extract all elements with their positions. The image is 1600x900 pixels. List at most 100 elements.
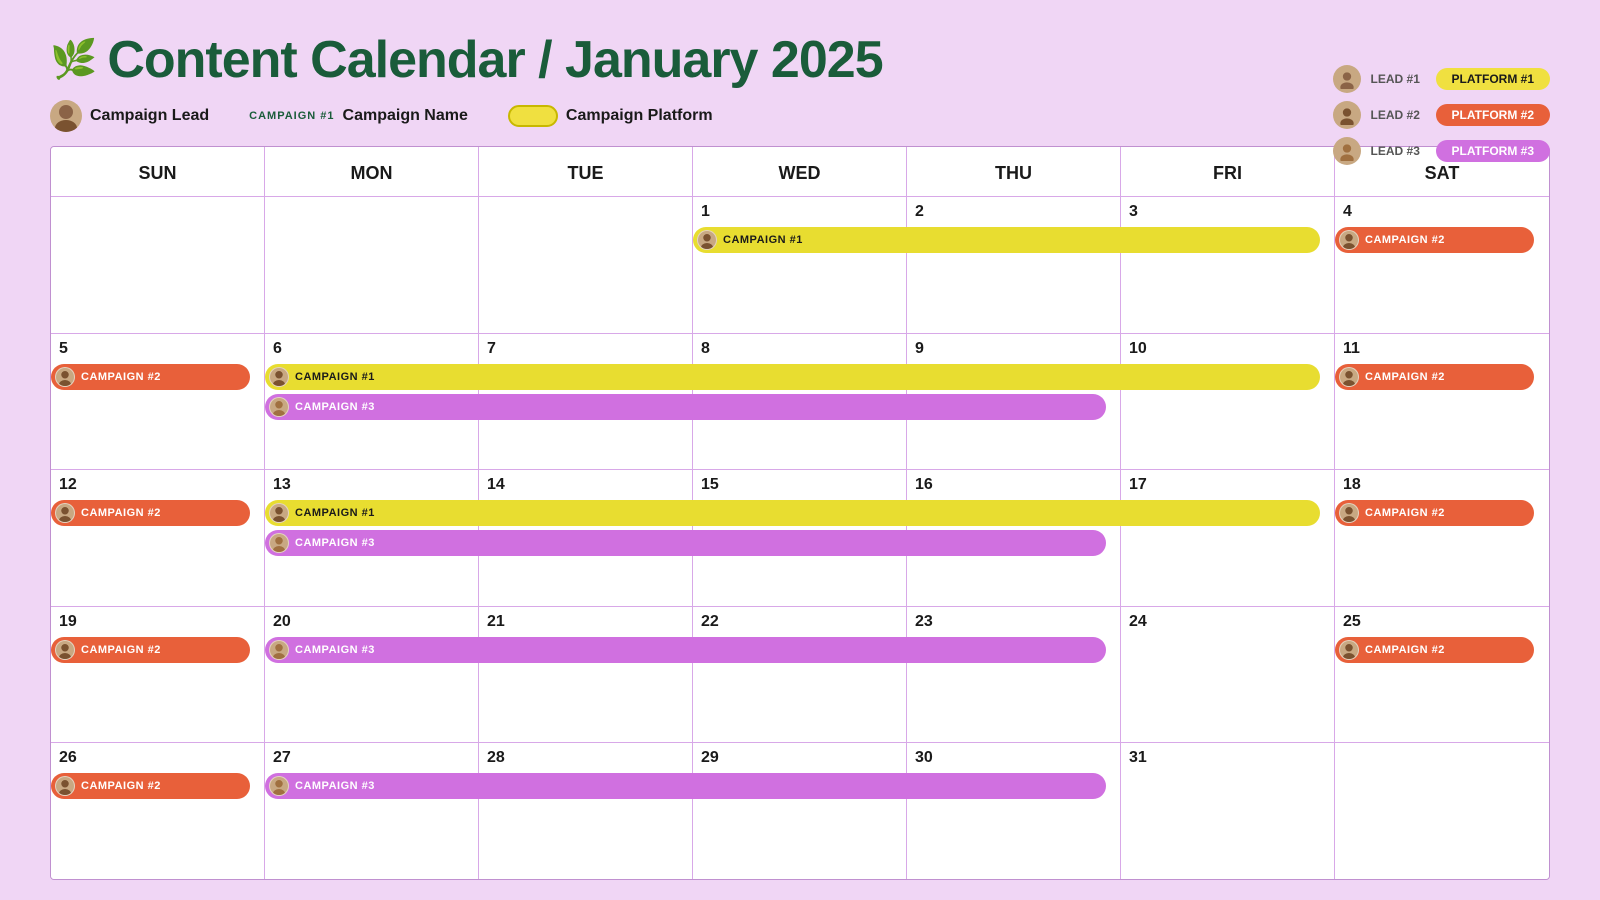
day-number: 25 (1343, 613, 1541, 631)
calendar-cell (265, 197, 479, 333)
calendar-cell: 3 (1121, 197, 1335, 333)
calendar-cell: 23 (907, 607, 1121, 743)
calendar-cell: 22 (693, 607, 907, 743)
top-right-avatar (1333, 137, 1361, 165)
calendar-cell: 18 (1335, 470, 1549, 606)
calendar-cell: 11 (1335, 334, 1549, 470)
calendar-cell: 1 (693, 197, 907, 333)
calendar-header: SUNMONTUEWEDTHUFRISAT (51, 147, 1549, 197)
top-right-legend: LEAD #1 PLATFORM #1 LEAD #2PLATFORM #2 LEAD… (1333, 65, 1550, 165)
day-number: 22 (701, 613, 898, 631)
day-number: 15 (701, 476, 898, 494)
calendar-cell (479, 197, 693, 333)
top-right-lead-item: LEAD #3 PLATFORM #3 (1333, 137, 1550, 165)
calendar-cell: 16 (907, 470, 1121, 606)
top-right-lead-label: LEAD #1 (1371, 72, 1426, 86)
header: 🌿 Content Calendar / January 2025 (50, 30, 1550, 90)
day-number: 24 (1129, 613, 1326, 631)
calendar-cell (1335, 743, 1549, 879)
page-title: Content Calendar / January 2025 (107, 30, 882, 90)
legend-lead: Campaign Lead (50, 100, 209, 132)
day-number: 23 (915, 613, 1112, 631)
calendar-cell: 12 (51, 470, 265, 606)
day-number: 29 (701, 749, 898, 767)
calendar-body: 1234CAMPAIGN #1CAMPAIGN #2567891011CAMPA… (51, 197, 1549, 879)
calendar-day-header: THU (907, 147, 1121, 197)
legend-campaign-name: Campaign Name (343, 107, 468, 125)
calendar: SUNMONTUEWEDTHUFRISAT 1234CAMPAIGN #1CAM… (50, 146, 1550, 880)
platform-button[interactable]: PLATFORM #2 (1436, 104, 1550, 126)
calendar-cell (51, 197, 265, 333)
calendar-cell: 17 (1121, 470, 1335, 606)
day-number: 12 (59, 476, 256, 494)
calendar-cell: 7 (479, 334, 693, 470)
day-number: 5 (59, 340, 256, 358)
platform-button[interactable]: PLATFORM #1 (1436, 68, 1550, 90)
calendar-cell: 9 (907, 334, 1121, 470)
legend-campaign: CAMPAIGN #1 Campaign Name (249, 107, 468, 125)
calendar-cell: 4 (1335, 197, 1549, 333)
day-number: 9 (915, 340, 1112, 358)
calendar-day-header: MON (265, 147, 479, 197)
calendar-cell: 14 (479, 470, 693, 606)
day-number: 17 (1129, 476, 1326, 494)
calendar-cell: 19 (51, 607, 265, 743)
day-number: 31 (1129, 749, 1326, 767)
legend-lead-avatar (50, 100, 82, 132)
day-number: 4 (1343, 203, 1541, 221)
calendar-week: 12131415161718CAMPAIGN #2CAMPAIGN #1CAMP… (51, 470, 1549, 607)
day-number: 1 (701, 203, 898, 221)
calendar-cell: 25 (1335, 607, 1549, 743)
legend-platform-swatch (508, 105, 558, 127)
calendar-week: 1234CAMPAIGN #1CAMPAIGN #2 (51, 197, 1549, 334)
calendar-cell: 24 (1121, 607, 1335, 743)
legend-campaign-tag: CAMPAIGN #1 (249, 110, 334, 122)
day-number: 11 (1343, 340, 1541, 358)
day-number: 10 (1129, 340, 1326, 358)
legend-platform: Campaign Platform (508, 105, 713, 127)
day-number: 14 (487, 476, 684, 494)
calendar-week: 19202122232425CAMPAIGN #2CAMPAIGN #3CAMP… (51, 607, 1549, 744)
calendar-day-header: SUN (51, 147, 265, 197)
calendar-cell: 27 (265, 743, 479, 879)
calendar-cell: 26 (51, 743, 265, 879)
calendar-cell: 15 (693, 470, 907, 606)
logo-icon: 🌿 (50, 38, 97, 82)
calendar-cell: 30 (907, 743, 1121, 879)
day-number: 26 (59, 749, 256, 767)
day-number: 8 (701, 340, 898, 358)
day-number: 16 (915, 476, 1112, 494)
day-number: 6 (273, 340, 470, 358)
day-number: 19 (59, 613, 256, 631)
calendar-cell: 28 (479, 743, 693, 879)
calendar-cell: 31 (1121, 743, 1335, 879)
day-number: 27 (273, 749, 470, 767)
platform-button[interactable]: PLATFORM #3 (1436, 140, 1550, 162)
day-number: 13 (273, 476, 470, 494)
calendar-cell: 6 (265, 334, 479, 470)
calendar-day-header: FRI (1121, 147, 1335, 197)
calendar-day-header: WED (693, 147, 907, 197)
top-right-lead-item: LEAD #1 PLATFORM #1 (1333, 65, 1550, 93)
day-number: 20 (273, 613, 470, 631)
day-number: 28 (487, 749, 684, 767)
calendar-cell: 5 (51, 334, 265, 470)
calendar-cell: 2 (907, 197, 1121, 333)
calendar-cell: 20 (265, 607, 479, 743)
top-right-avatar (1333, 101, 1361, 129)
calendar-cell: 13 (265, 470, 479, 606)
top-right-lead-label: LEAD #3 (1371, 144, 1426, 158)
top-right-lead-item: LEAD #2PLATFORM #2 (1333, 101, 1550, 129)
calendar-cell: 10 (1121, 334, 1335, 470)
day-number: 3 (1129, 203, 1326, 221)
day-number: 30 (915, 749, 1112, 767)
day-number: 18 (1343, 476, 1541, 494)
top-right-avatar (1333, 65, 1361, 93)
day-number: 7 (487, 340, 684, 358)
calendar-week: 567891011CAMPAIGN #2CAMPAIGN #1CAMPAIGN … (51, 334, 1549, 471)
day-number: 21 (487, 613, 684, 631)
calendar-week: 262728293031CAMPAIGN #2CAMPAIGN #3 (51, 743, 1549, 879)
legend-lead-label: Campaign Lead (90, 107, 209, 125)
legend-row: Campaign Lead CAMPAIGN #1 Campaign Name … (50, 100, 1550, 132)
calendar-cell: 21 (479, 607, 693, 743)
